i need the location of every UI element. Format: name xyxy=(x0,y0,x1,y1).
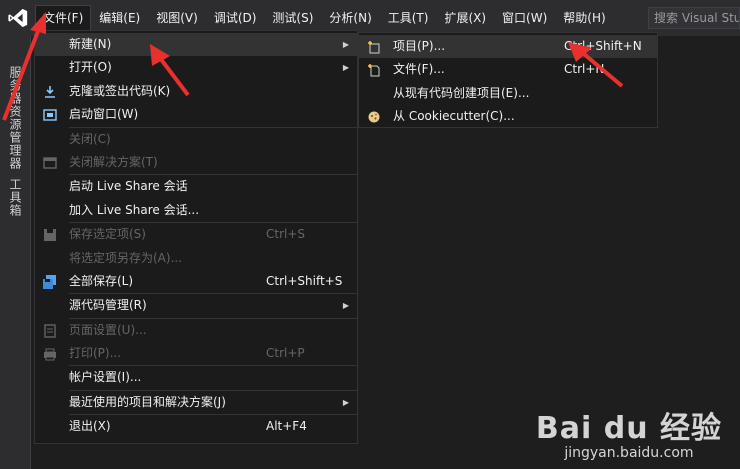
menu-item-open[interactable]: 打开(O) ▶ xyxy=(35,56,357,79)
new-project-icon xyxy=(368,41,380,54)
submenu-item-label: 项目(P)... xyxy=(393,39,446,53)
menu-item-label: 页面设置(U)... xyxy=(69,322,147,337)
menu-extensions[interactable]: 扩展(X) xyxy=(437,6,493,30)
menu-item-label: 启动窗口(W) xyxy=(69,107,139,122)
menu-item-shortcut: Ctrl+Shift+S xyxy=(266,273,343,288)
submenu-arrow-icon: ▶ xyxy=(342,301,349,311)
close-solution-icon xyxy=(43,157,57,169)
menu-item-close-solution[interactable]: 关闭解决方案(T) xyxy=(35,151,357,174)
search-input[interactable]: 搜索 Visual Studio xyxy=(648,7,740,29)
new-submenu: 项目(P)... Ctrl+Shift+N 文件(F)... Ctrl+N 从现… xyxy=(358,32,658,128)
page-setup-icon xyxy=(44,323,56,338)
sidebar-tab-toolbox[interactable]: 工具箱 xyxy=(7,178,24,217)
menu-item-shortcut: Ctrl+S xyxy=(266,227,306,242)
submenu-item-label: 从 Cookiecutter(C)... xyxy=(393,109,515,124)
baidu-watermark: Bai du 经验 jingyan.baidu.com xyxy=(536,403,722,461)
submenu-item-shortcut: Ctrl+N xyxy=(564,62,605,77)
menu-item-label: 最近使用的项目和解决方案(J) xyxy=(69,394,226,409)
menu-debug[interactable]: 调试(D) xyxy=(207,6,264,30)
menu-window[interactable]: 窗口(W) xyxy=(495,6,554,30)
menu-item-clone[interactable]: 克隆或签出代码(K) xyxy=(35,80,357,103)
submenu-item-shortcut: Ctrl+Shift+N xyxy=(564,39,642,53)
submenu-item-new-project[interactable]: 项目(P)... Ctrl+Shift+N xyxy=(359,35,657,59)
watermark-url: jingyan.baidu.com xyxy=(564,445,694,461)
menu-item-save-all[interactable]: 全部保存(L) Ctrl+Shift+S xyxy=(35,270,357,293)
menu-item-label: 源代码管理(R) xyxy=(69,298,147,313)
menu-item-close[interactable]: 关闭(C) xyxy=(35,128,357,151)
menu-item-label: 启动 Live Share 会话 xyxy=(69,179,188,194)
menu-item-label: 保存选定项(S) xyxy=(69,227,146,242)
menu-item-shortcut: Alt+F4 xyxy=(266,419,307,434)
menu-item-shortcut: Ctrl+P xyxy=(266,346,305,361)
print-icon xyxy=(44,348,56,361)
menu-item-label: 打开(O) xyxy=(69,60,112,75)
menu-item-label: 新建(N) xyxy=(69,37,112,51)
menu-test[interactable]: 测试(S) xyxy=(265,6,320,30)
menu-item-recent[interactable]: 最近使用的项目和解决方案(J) ▶ xyxy=(35,391,357,414)
menu-item-label: 克隆或签出代码(K) xyxy=(69,83,171,98)
menu-item-label: 关闭(C) xyxy=(69,131,111,146)
submenu-item-label: 文件(F)... xyxy=(393,62,445,77)
menu-item-label: 打印(P)... xyxy=(69,346,122,361)
menu-item-new[interactable]: 新建(N) ▶ xyxy=(35,33,357,57)
menu-item-label: 将选定项另存为(A)... xyxy=(69,250,183,265)
sidebar-tab-server-explorer[interactable]: 服务器资源管理器 xyxy=(7,66,24,170)
menu-item-exit[interactable]: 退出(X) Alt+F4 xyxy=(35,415,357,438)
submenu-item-new-file[interactable]: 文件(F)... Ctrl+N xyxy=(359,58,657,81)
submenu-item-from-existing-code[interactable]: 从现有代码创建项目(E)... xyxy=(359,82,657,105)
menu-analyze[interactable]: 分析(N) xyxy=(322,6,378,30)
menu-item-label: 关闭解决方案(T) xyxy=(69,154,158,169)
menu-item-save-selected[interactable]: 保存选定项(S) Ctrl+S xyxy=(35,223,357,246)
menu-item-save-as[interactable]: 将选定项另存为(A)... xyxy=(35,247,357,270)
menu-view[interactable]: 视图(V) xyxy=(149,6,205,30)
menu-item-print[interactable]: 打印(P)... Ctrl+P xyxy=(35,342,357,365)
submenu-arrow-icon: ▶ xyxy=(342,40,349,49)
download-icon xyxy=(45,85,55,98)
left-sidebar: 服务器资源管理器 工具箱 xyxy=(0,36,31,469)
submenu-item-label: 从现有代码创建项目(E)... xyxy=(393,85,530,100)
menu-item-start-live-share[interactable]: 启动 Live Share 会话 xyxy=(35,175,357,198)
submenu-item-cookiecutter[interactable]: 从 Cookiecutter(C)... xyxy=(359,105,657,128)
menu-item-label: 全部保存(L) xyxy=(69,273,134,288)
submenu-arrow-icon: ▶ xyxy=(342,397,349,407)
start-window-icon xyxy=(43,109,57,121)
menu-tools[interactable]: 工具(T) xyxy=(381,6,436,30)
menu-item-join-live-share[interactable]: 加入 Live Share 会话... xyxy=(35,199,357,222)
new-file-icon xyxy=(368,64,380,77)
submenu-arrow-icon: ▶ xyxy=(342,63,349,73)
menu-file[interactable]: 文件(F) xyxy=(34,5,92,31)
baidu-logo: Bai du 经验 xyxy=(535,411,722,446)
menu-item-source-control[interactable]: 源代码管理(R) ▶ xyxy=(35,294,357,317)
menu-item-label: 退出(X) xyxy=(69,419,111,434)
menu-item-start-window[interactable]: 启动窗口(W) xyxy=(35,103,357,126)
menu-item-account-settings[interactable]: 帐户设置(I)... xyxy=(35,366,357,389)
menu-help[interactable]: 帮助(H) xyxy=(556,6,612,30)
visual-studio-logo-icon xyxy=(0,0,36,36)
file-menu: 新建(N) ▶ 打开(O) ▶ 克隆或签出代码(K) 启动窗口(W) 关闭(C)… xyxy=(34,30,358,444)
menu-item-label: 帐户设置(I)... xyxy=(69,370,142,385)
menu-item-label: 加入 Live Share 会话... xyxy=(69,202,200,217)
menu-edit[interactable]: 编辑(E) xyxy=(92,6,147,30)
save-icon xyxy=(44,229,56,242)
menu-item-page-setup[interactable]: 页面设置(U)... xyxy=(35,319,357,342)
cookiecutter-icon xyxy=(368,111,380,123)
save-all-icon xyxy=(43,274,56,289)
